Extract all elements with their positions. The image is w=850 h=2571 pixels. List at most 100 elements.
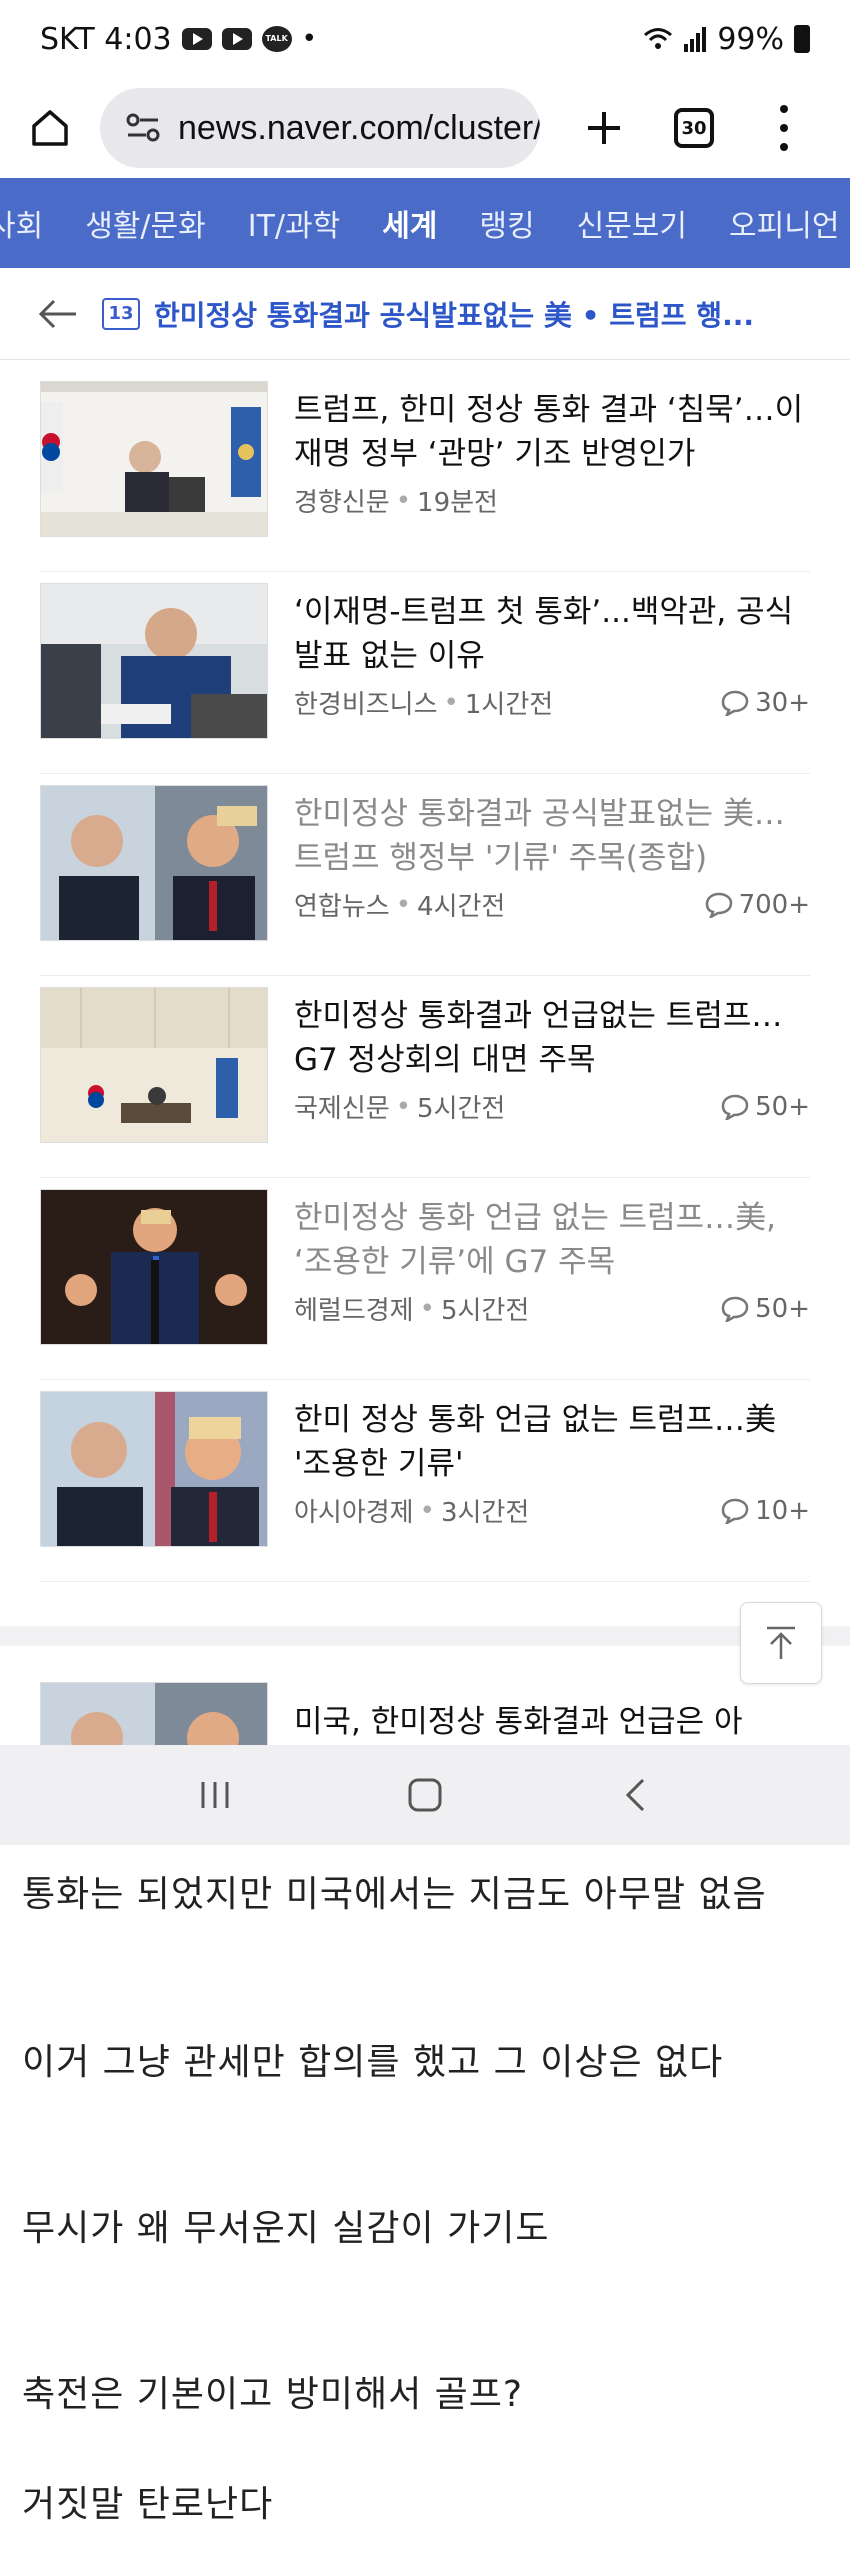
article-source: 한경비즈니스 [294,690,438,720]
tab-newspaper[interactable]: 신문보기 [577,201,687,245]
article-item[interactable]: 한미정상 통화결과 공식발표없는 美…트럼프 행정부 '기류' 주목(종합) 연… [40,774,810,976]
comment-count[interactable]: 50+ [721,1294,810,1324]
chevron-left-icon [625,1778,645,1812]
address-bar[interactable]: news.naver.com/cluster/ [100,88,540,168]
comment-count-value: 30+ [755,687,810,718]
category-nav: 사회 생활/문화 IT/과학 세계 랭킹 신문보기 오피니언 [0,178,850,268]
cluster-count-badge: 13 [102,297,140,330]
article-body: 한미정상 통화결과 공식발표없는 美…트럼프 행정부 '기류' 주목(종합) 연… [294,792,810,962]
article-title[interactable]: ‘이재명-트럼프 첫 통화’...백악관, 공식발표 없는 이유 [294,590,810,678]
meta-separator: • [443,687,459,718]
article-source: 국제신문 [294,1094,390,1124]
article-source: 경향신문 [294,488,390,518]
article-meta: 경향신문 • 19분전 [294,482,810,519]
tab-count: 30 [681,117,707,139]
comment-count[interactable]: 30+ [721,688,810,718]
comment-count-value: 50+ [755,1293,810,1324]
youtube-notification-icon [181,28,212,50]
url-text: news.naver.com/cluster/ [178,108,540,147]
comment-line: 통화는 되었지만 미국에서는 지금도 아무말 없음 [22,1874,767,1915]
article-title[interactable]: 트럼프, 한미 정상 통화 결과 ‘침묵’…이재명 정부 ‘관망’ 기조 반영인… [294,388,810,476]
comment-bubble-icon [705,892,732,918]
article-body: 한미정상 통화결과 언급없는 트럼프…G7 정상회의 대면 주목 국제신문 • … [294,994,810,1164]
home-icon [32,110,68,146]
comment-bubble-icon [721,1094,749,1120]
article-time: 5시간전 [440,1296,530,1326]
scroll-to-top-button[interactable] [740,1602,822,1684]
comment-bubble-icon [721,1498,749,1524]
article-list: 트럼프, 한미 정상 통화 결과 ‘침묵’…이재명 정부 ‘관망’ 기조 반영인… [0,370,850,1802]
comment-count[interactable]: 50+ [721,1092,810,1122]
meta-separator: • [395,1091,412,1122]
back-arrow-icon [38,299,76,328]
article-time: 19분전 [417,488,498,518]
more-notifications-dot-icon: • [301,24,317,54]
comment-count-value: 700+ [738,889,810,920]
tab-life-culture[interactable]: 생활/문화 [85,201,206,245]
tab-world[interactable]: 세계 [382,201,437,245]
new-tab-button[interactable] [576,100,632,156]
system-navigation-bar [0,1745,850,1845]
article-source: 헤럴드경제 [294,1296,414,1326]
article-item[interactable]: 한미정상 통화 언급 없는 트럼프…美, ‘조용한 기류’에 G7 주목 헤럴드… [40,1178,810,1380]
status-left: SKT 4:03 TALK • [40,22,317,57]
cluster-header: 13 한미정상 통화결과 공식발표없는 美 • 트럼프 행... [0,268,850,360]
comment-count-value: 50+ [755,1091,810,1122]
browser-menu-button[interactable] [774,100,794,156]
tab-ranking[interactable]: 랭킹 [479,201,534,245]
home-square-icon [408,1778,442,1812]
article-thumbnail [40,381,268,537]
youtube-notification-icon-2 [221,28,252,50]
comment-count-value: 10+ [755,1495,810,1526]
article-meta: 헤럴드경제 • 5시간전 50+ [294,1290,810,1327]
comment-count[interactable]: 700+ [705,890,810,920]
article-item[interactable]: 한미정상 통화결과 언급없는 트럼프…G7 정상회의 대면 주목 국제신문 • … [40,976,810,1178]
home-button[interactable] [20,98,80,158]
back-nav-button[interactable] [605,1765,665,1825]
article-meta: 한경비즈니스 • 1시간전 30+ [294,684,810,721]
menu-dot-icon [780,105,788,114]
cluster-count: 13 [108,303,134,324]
article-body: 트럼프, 한미 정상 통화 결과 ‘침묵’…이재명 정부 ‘관망’ 기조 반영인… [294,388,810,558]
article-title[interactable]: 한미 정상 통화 언급 없는 트럼프…美 '조용한 기류' [294,1398,810,1486]
article-thumbnail [40,1189,268,1345]
comment-text-area: 통화는 되었지만 미국에서는 지금도 아무말 없음 이거 그냥 관세만 합의를 … [0,1845,850,2571]
article-time: 5시간전 [417,1094,506,1124]
tab-opinion[interactable]: 오피니언 [729,201,839,245]
tab-switcher-button[interactable]: 30 [674,108,714,148]
article-time: 1시간전 [464,690,554,720]
article-meta: 아시아경제 • 3시간전 10+ [294,1492,810,1529]
status-right: 99% [643,22,810,57]
comment-line: 무시가 왜 무서운지 실감이 가기도 [22,2208,550,2249]
home-nav-button[interactable] [395,1765,455,1825]
article-item[interactable]: 트럼프, 한미 정상 통화 결과 ‘침묵’…이재명 정부 ‘관망’ 기조 반영인… [40,370,810,572]
article-body: ‘이재명-트럼프 첫 통화’...백악관, 공식발표 없는 이유 한경비즈니스 … [294,590,810,760]
article-title[interactable]: 한미정상 통화 언급 없는 트럼프…美, ‘조용한 기류’에 G7 주목 [294,1196,810,1284]
article-item[interactable]: 한미 정상 통화 언급 없는 트럼프…美 '조용한 기류' 아시아경제 • 3시… [40,1380,810,1582]
site-settings-icon[interactable] [126,113,160,143]
meta-separator: • [395,889,412,920]
kakaotalk-notification-icon: TALK [261,26,292,52]
comment-bubble-icon [721,690,749,716]
recent-apps-icon [201,1782,229,1808]
article-time: 3시간전 [440,1498,530,1528]
battery-icon [794,25,810,53]
comment-line: 이거 그냥 관세만 합의를 했고 그 이상은 없다 [22,2042,724,2083]
article-title[interactable]: 한미정상 통화결과 공식발표없는 美…트럼프 행정부 '기류' 주목(종합) [294,792,810,880]
meta-separator: • [419,1293,435,1324]
article-title[interactable]: 한미정상 통화결과 언급없는 트럼프…G7 정상회의 대면 주목 [294,994,810,1082]
tab-it-science[interactable]: IT/과학 [248,201,340,245]
comment-bubble-icon [721,1296,749,1322]
menu-dot-icon [780,142,788,151]
comment-count[interactable]: 10+ [721,1496,810,1526]
article-body: 한미 정상 통화 언급 없는 트럼프…美 '조용한 기류' 아시아경제 • 3시… [294,1398,810,1568]
tab-society[interactable]: 사회 [0,201,43,245]
article-time: 4시간전 [417,892,506,922]
signal-icon [684,27,707,52]
cluster-title[interactable]: 한미정상 통화결과 공식발표없는 美 • 트럼프 행... [154,294,754,334]
back-button[interactable] [38,294,78,334]
meta-separator: • [395,485,412,516]
recent-apps-button[interactable] [185,1765,245,1825]
article-item[interactable]: ‘이재명-트럼프 첫 통화’...백악관, 공식발표 없는 이유 한경비즈니스 … [40,572,810,774]
comment-line: 거짓말 탄로난다 [22,2484,274,2525]
